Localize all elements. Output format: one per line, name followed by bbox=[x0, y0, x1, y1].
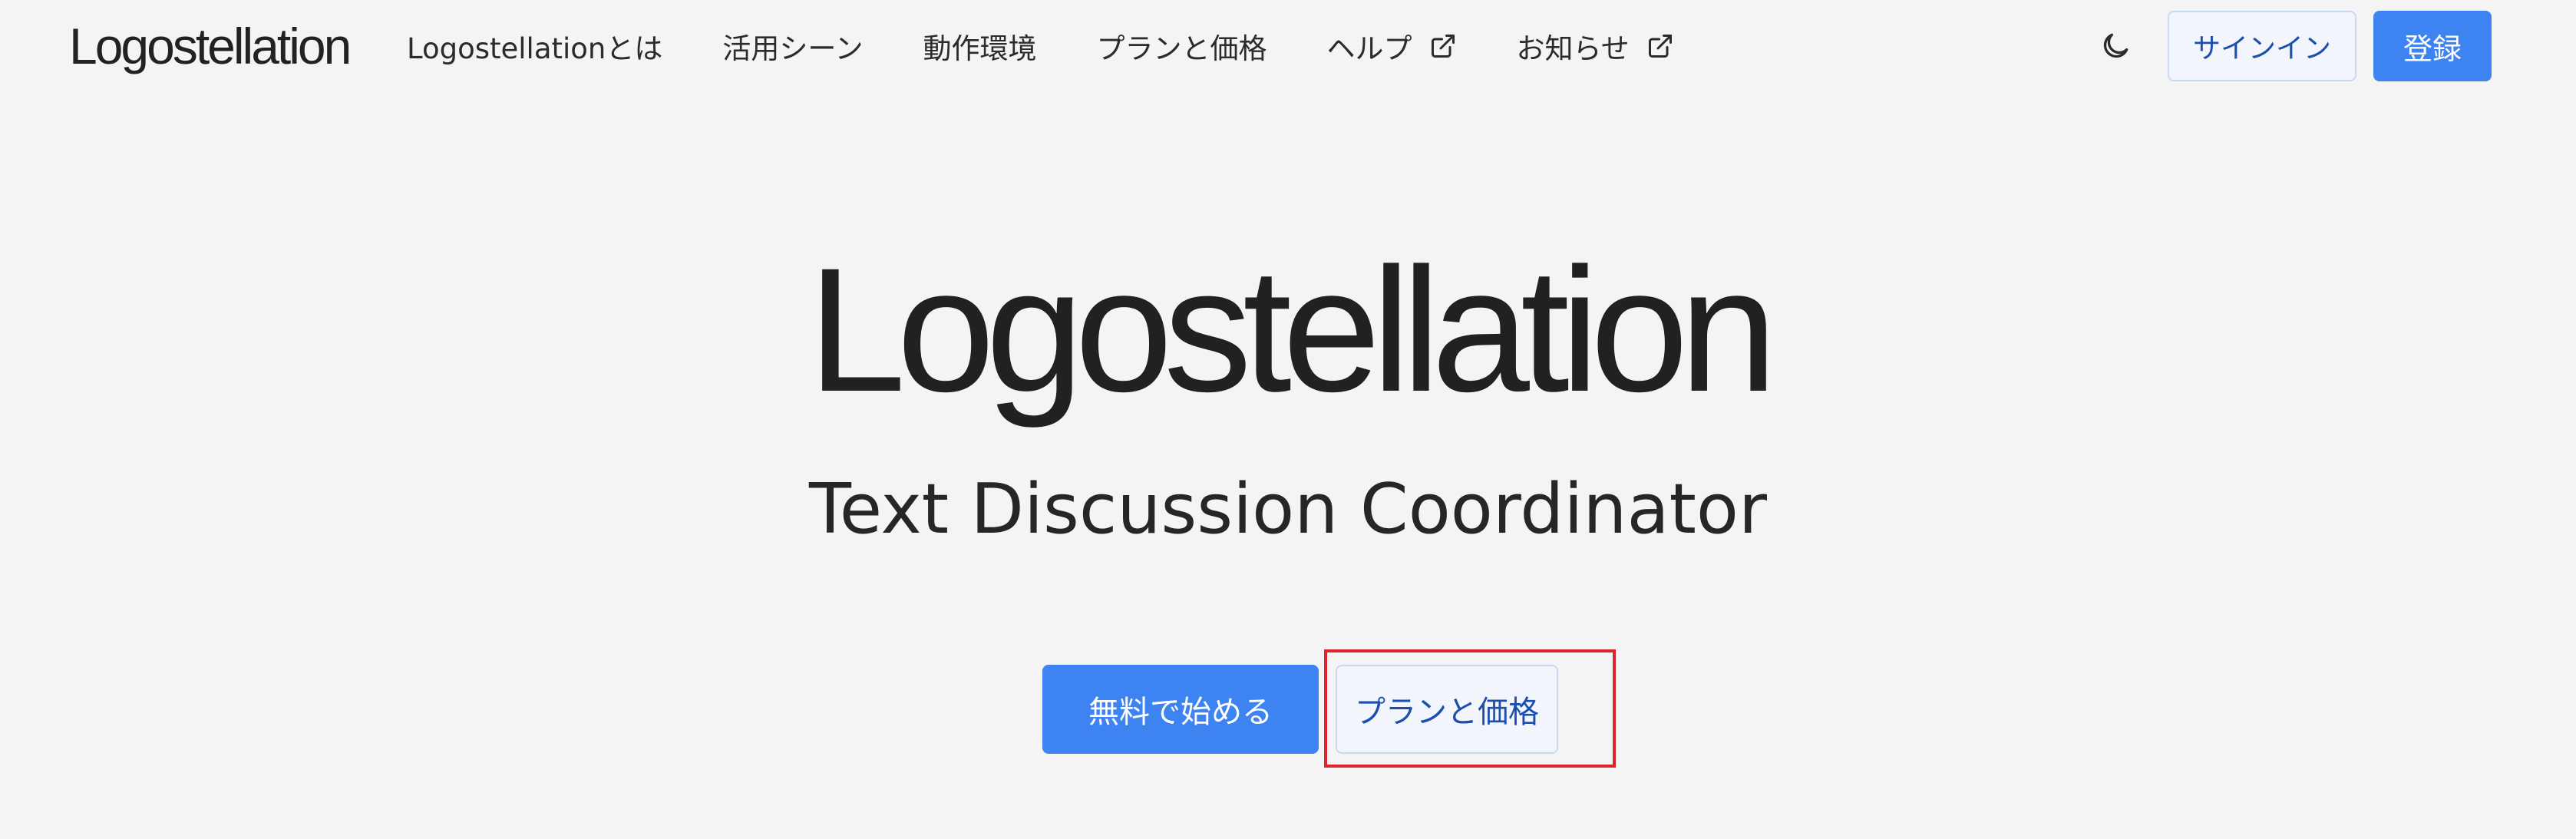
nav-item-about[interactable]: Logostellationとは bbox=[407, 25, 662, 67]
site-header: Logostellation Logostellationとは 活用シーン 動作… bbox=[0, 0, 2576, 92]
nav-item-help[interactable]: ヘルプ bbox=[1327, 25, 1457, 67]
nav-item-use-cases[interactable]: 活用シーン bbox=[722, 25, 863, 67]
hero-subtitle: Text Discussion Coordinator bbox=[809, 469, 1767, 550]
main-nav: Logostellationとは 活用シーン 動作環境 プランと価格 ヘルプ お… bbox=[407, 23, 1734, 69]
signin-button[interactable]: サインイン bbox=[2168, 11, 2356, 81]
nav-item-label: プランと価格 bbox=[1096, 32, 1267, 65]
nav-item-label: ヘルプ bbox=[1326, 32, 1412, 65]
nav-item-label: 活用シーン bbox=[722, 32, 864, 65]
nav-item-label: 動作環境 bbox=[923, 32, 1037, 65]
moon-icon[interactable] bbox=[2099, 29, 2132, 63]
register-button[interactable]: 登録 bbox=[2373, 11, 2492, 81]
hero-title: Logostellation bbox=[807, 231, 1777, 428]
nav-item-requirements[interactable]: 動作環境 bbox=[923, 25, 1037, 67]
nav-item-pricing[interactable]: プランと価格 bbox=[1097, 25, 1267, 67]
nav-item-label: お知らせ bbox=[1516, 32, 1630, 65]
brand-logo[interactable]: Logostellation bbox=[69, 12, 352, 80]
start-free-button[interactable]: 無料で始める bbox=[1042, 665, 1319, 754]
external-link-icon bbox=[1648, 35, 1672, 58]
nav-item-news[interactable]: お知らせ bbox=[1517, 25, 1674, 67]
pricing-button[interactable]: プランと価格 bbox=[1336, 665, 1558, 754]
nav-item-label: Logostellationとは bbox=[407, 32, 663, 65]
external-link-icon bbox=[1431, 35, 1455, 58]
